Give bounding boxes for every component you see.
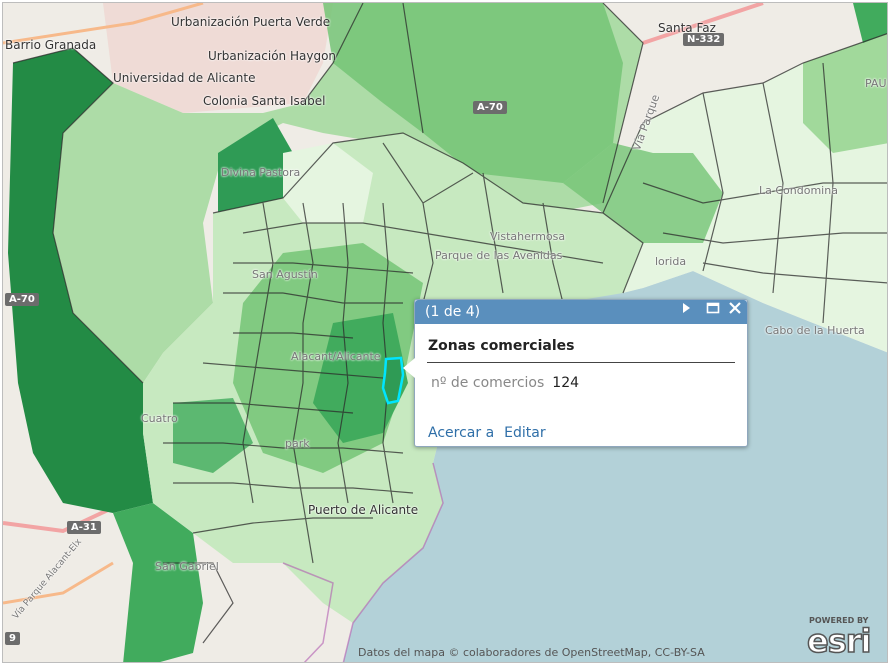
map-label-park: park [285, 437, 310, 450]
map-label-alacant: Alacant/Alicante [291, 350, 381, 363]
map-label-urb-puerta-verde: Urbanización Puerta Verde [171, 15, 331, 29]
map-label-san-agustin: San Agustín [252, 268, 318, 281]
popup-attribute-row: nº de comercios 124 [427, 375, 735, 391]
road-shield-a70-left: A-70 [5, 293, 39, 306]
map-label-vistahermosa: Vistahermosa [490, 230, 566, 243]
popup-layer-title: Zonas comerciales [427, 336, 735, 363]
map-label-barrio-granada: Barrio Granada [5, 38, 97, 52]
map-label-parque-avenidas: Parque de las Avenidas [435, 249, 563, 262]
map-label-urb-haygon: Urbanización Haygon [208, 49, 337, 63]
attribute-label: nº de comercios [431, 375, 545, 391]
popup-header: (1 de 4) [415, 300, 747, 324]
map-label-divina-pastora: Divina Pastora [221, 166, 301, 179]
info-popup: (1 de 4) Zonas comerciales nº de comerci… [403, 299, 748, 447]
esri-logo-wordmark: esri [806, 621, 872, 661]
map-label-universidad: Universidad de Alicante [113, 71, 256, 85]
map-label-cuatro: Cuatro [141, 412, 178, 425]
map-label-pau: PAU [865, 77, 887, 90]
road-shield-9: 9 [5, 632, 20, 645]
close-icon[interactable] [727, 300, 743, 316]
road-shield-n332: N-332 [683, 33, 725, 46]
map-label-san-gabriel: San Gabriel [155, 560, 219, 573]
popup-pointer [403, 358, 415, 378]
selected-feature-highlight[interactable] [381, 356, 405, 405]
next-feature-icon[interactable] [678, 300, 694, 316]
map-attribution: Datos del mapa © colaboradores de OpenSt… [358, 646, 705, 659]
popup-actions: Acercar a Editar [428, 425, 556, 441]
map-label-la-condomina: La Condomina [759, 184, 838, 197]
zoom-to-link[interactable]: Acercar a [428, 425, 494, 441]
popup-counter: (1 de 4) [425, 304, 481, 320]
map-label-colonia: Colonia Santa Isabel [203, 94, 326, 108]
map-view[interactable]: Barrio Granada Urbanización Puerta Verde… [2, 2, 888, 663]
attribute-value: 124 [552, 375, 580, 391]
maximize-icon[interactable] [705, 300, 721, 316]
road-shield-a31: A-31 [67, 521, 101, 534]
edit-link[interactable]: Editar [504, 425, 545, 441]
esri-logo[interactable]: POWERED BY esri [805, 614, 879, 661]
map-label-puerto: Puerto de Alicante [308, 503, 419, 517]
map-label-florida: lorida [655, 255, 687, 268]
map-label-cabo-huerta: Cabo de la Huerta [765, 324, 865, 337]
road-shield-a70-top: A-70 [473, 101, 507, 114]
